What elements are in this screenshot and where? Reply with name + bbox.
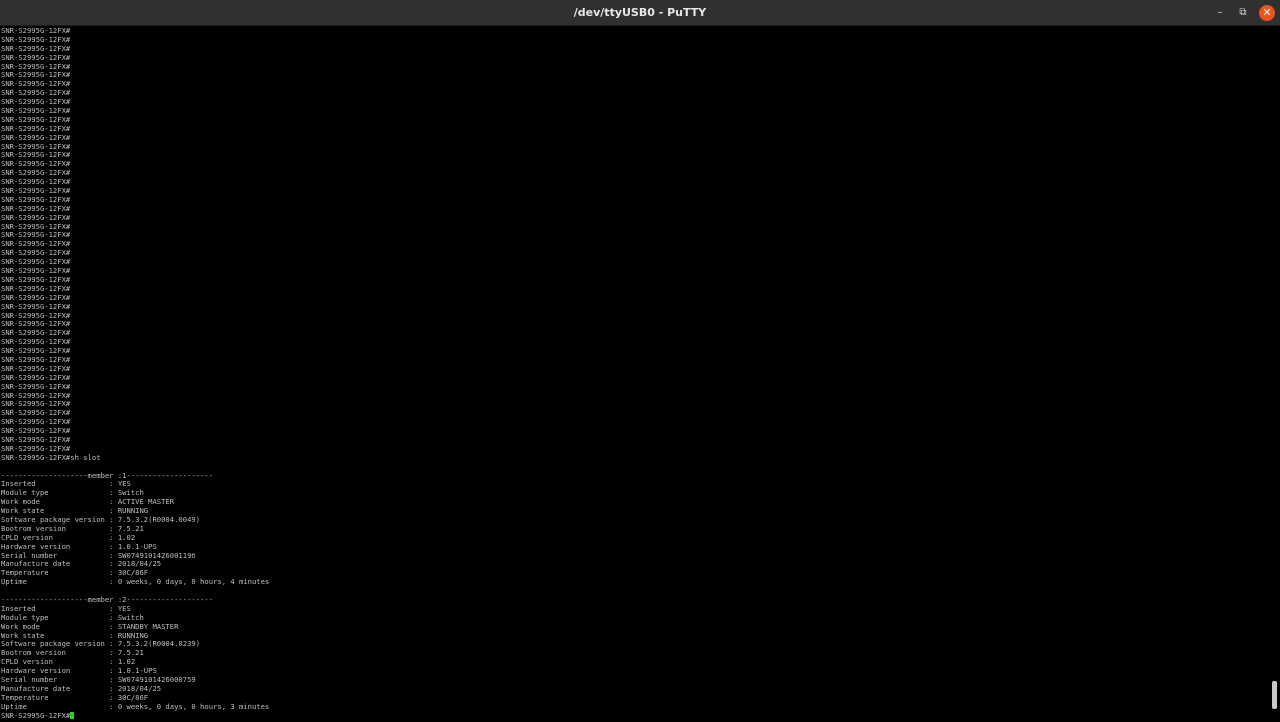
scrollbar-track[interactable] (1272, 26, 1277, 722)
text-cursor (70, 711, 75, 719)
terminal-prompt-line: SNR-S2995G-12FX# (1, 80, 71, 89)
terminal-line: Software package version : 7.5.3.2(R0004… (1, 640, 201, 649)
minimize-button[interactable]: – (1212, 5, 1228, 21)
terminal-line: Hardware version : 1.0.1-UPS (1, 667, 157, 676)
scrollbar[interactable] (1269, 26, 1280, 722)
terminal-prompt-line: SNR-S2995G-12FX# (1, 169, 71, 178)
terminal-line: SNR-S2995G-12FX#sh slot (1, 453, 101, 462)
terminal-prompt-line: SNR-S2995G-12FX# (1, 27, 71, 35)
terminal-line: Bootrom version : 7.5.21 (1, 649, 144, 658)
terminal-prompt-line: SNR-S2995G-12FX# (1, 284, 71, 293)
terminal-prompt-line: SNR-S2995G-12FX# (1, 53, 71, 62)
minimize-icon: – (1217, 7, 1223, 18)
terminal-prompt-line: SNR-S2995G-12FX# (1, 231, 71, 240)
terminal-prompt-line: SNR-S2995G-12FX# (1, 142, 71, 151)
terminal-active-prompt-line: SNR-S2995G-12FX# (1, 711, 1261, 721)
terminal-line: Inserted : YES (1, 480, 131, 489)
terminal-line: Inserted : YES (1, 604, 131, 613)
terminal-prompt-line: SNR-S2995G-12FX# (1, 133, 71, 142)
terminal-prompt-line: SNR-S2995G-12FX# (1, 124, 71, 133)
close-icon: ✕ (1262, 6, 1272, 19)
terminal-line: Uptime : 0 weeks, 0 days, 0 hours, 3 min… (1, 702, 270, 711)
maximize-button[interactable]: ⧉ (1235, 5, 1251, 21)
terminal-line: Serial number : SW0749101426000759 (1, 676, 196, 685)
terminal-prompt-line: SNR-S2995G-12FX# (1, 444, 71, 453)
terminal-prompt-line: SNR-S2995G-12FX# (1, 418, 71, 427)
terminal-line: --------------------member :2-----------… (1, 596, 214, 604)
terminal-prompt-line: SNR-S2995G-12FX# (1, 329, 71, 338)
terminal-prompt-line: SNR-S2995G-12FX# (1, 267, 71, 276)
terminal-prompt-line: SNR-S2995G-12FX# (1, 293, 71, 302)
terminal-prompt-line: SNR-S2995G-12FX# (1, 195, 71, 204)
terminal-prompt-line: SNR-S2995G-12FX# (1, 347, 71, 356)
terminal-line: Serial number : SW074910142600119б (1, 551, 196, 560)
terminal-line: Module type : Switch (1, 489, 144, 498)
putty-window: /dev/ttyUSB0 - PuTTY – ⧉ ✕ SNR-S2995G-12… (0, 0, 1280, 722)
terminal-line: Work mode : STANDBY MASTER (1, 622, 179, 631)
terminal-line: Manufacture date : 2018/04/25 (1, 684, 162, 693)
close-button[interactable]: ✕ (1259, 5, 1275, 21)
terminal-line: CPLD version : 1.02 (1, 533, 136, 542)
terminal-line: Work state : RUNNING (1, 507, 149, 516)
title-bar[interactable]: /dev/ttyUSB0 - PuTTY – ⧉ ✕ (0, 0, 1280, 26)
terminal-line: Module type : Switch (1, 613, 144, 622)
terminal-prompt-line: SNR-S2995G-12FX# (1, 213, 71, 222)
terminal-prompt-line: SNR-S2995G-12FX# (1, 115, 71, 124)
terminal-prompt-line: SNR-S2995G-12FX# (1, 435, 71, 444)
terminal-prompt-line: SNR-S2995G-12FX# (1, 355, 71, 364)
terminal-line: Work mode : ACTIVE MASTER (1, 498, 175, 507)
terminal-prompt-line: SNR-S2995G-12FX# (1, 160, 71, 169)
terminal-line: Software package version : 7.5.3.2(R0004… (1, 515, 201, 524)
terminal-prompt-line: SNR-S2995G-12FX# (1, 391, 71, 400)
terminal-prompt-line: SNR-S2995G-12FX# (1, 382, 71, 391)
terminal-prompt-line: SNR-S2995G-12FX# (1, 222, 71, 231)
terminal-prompt-line: SNR-S2995G-12FX# (1, 364, 71, 373)
terminal-prompt-line: SNR-S2995G-12FX# (1, 44, 71, 53)
terminal-prompt-line: SNR-S2995G-12FX# (1, 71, 71, 80)
terminal-area[interactable]: SNR-S2995G-12FX# SNR-S2995G-12FX# SNR-S299… (0, 26, 1269, 722)
terminal-prompt-line: SNR-S2995G-12FX# (1, 373, 71, 382)
terminal-prompt-line: SNR-S2995G-12FX# (1, 302, 71, 311)
terminal-prompt-line: SNR-S2995G-12FX# (1, 320, 71, 329)
terminal-line: Temperature : 30C/86F (1, 569, 149, 578)
maximize-icon: ⧉ (1239, 7, 1247, 18)
terminal-line: Temperature : 30C/86F (1, 693, 149, 702)
terminal-prompt-line: SNR-S2995G-12FX# (1, 311, 71, 320)
terminal-line: --------------------member :1-----------… (1, 471, 214, 480)
active-prompt: SNR-S2995G-12FX# (1, 711, 71, 720)
terminal-prompt-line: SNR-S2995G-12FX# (1, 409, 71, 418)
terminal-prompt-line: SNR-S2995G-12FX# (1, 151, 71, 160)
terminal-prompt-line: SNR-S2995G-12FX# (1, 258, 71, 267)
terminal-prompt-line: SNR-S2995G-12FX# (1, 275, 71, 284)
terminal-prompt-line: SNR-S2995G-12FX# (1, 62, 71, 71)
window-title: /dev/ttyUSB0 - PuTTY (573, 6, 707, 19)
terminal-prompt-line: SNR-S2995G-12FX# (1, 98, 71, 107)
terminal-line: CPLD version : 1.02 (1, 658, 136, 667)
terminal-line: Hardware version : 1.0.1-UPS (1, 542, 157, 551)
terminal-prompt-line: SNR-S2995G-12FX# (1, 187, 71, 196)
terminal-prompt-line: SNR-S2995G-12FX# (1, 249, 71, 258)
terminal-prompt-line: SNR-S2995G-12FX# (1, 178, 71, 187)
terminal-output: SNR-S2995G-12FX# SNR-S2995G-12FX# SNR-S299… (1, 27, 1261, 720)
terminal-prompt-line: SNR-S2995G-12FX# (1, 240, 71, 249)
terminal-prompt-line: SNR-S2995G-12FX# (1, 338, 71, 347)
terminal-line: Work state : RUNNING (1, 631, 149, 640)
terminal-line: Bootrom version : 7.5.21 (1, 524, 144, 533)
terminal-prompt-line: SNR-S2995G-12FX# (1, 427, 71, 436)
terminal-prompt-line: SNR-S2995G-12FX# (1, 89, 71, 98)
terminal-prompt-line: SNR-S2995G-12FX# (1, 107, 71, 116)
terminal-prompt-line: SNR-S2995G-12FX# (1, 35, 71, 44)
terminal-line: Manufacture date : 2018/04/25 (1, 560, 162, 569)
terminal-line: Uptime : 0 weeks, 0 days, 0 hours, 4 min… (1, 578, 270, 587)
terminal-prompt-line: SNR-S2995G-12FX# (1, 204, 71, 213)
terminal-prompt-line: SNR-S2995G-12FX# (1, 400, 71, 409)
scrollbar-thumb[interactable] (1272, 680, 1277, 709)
